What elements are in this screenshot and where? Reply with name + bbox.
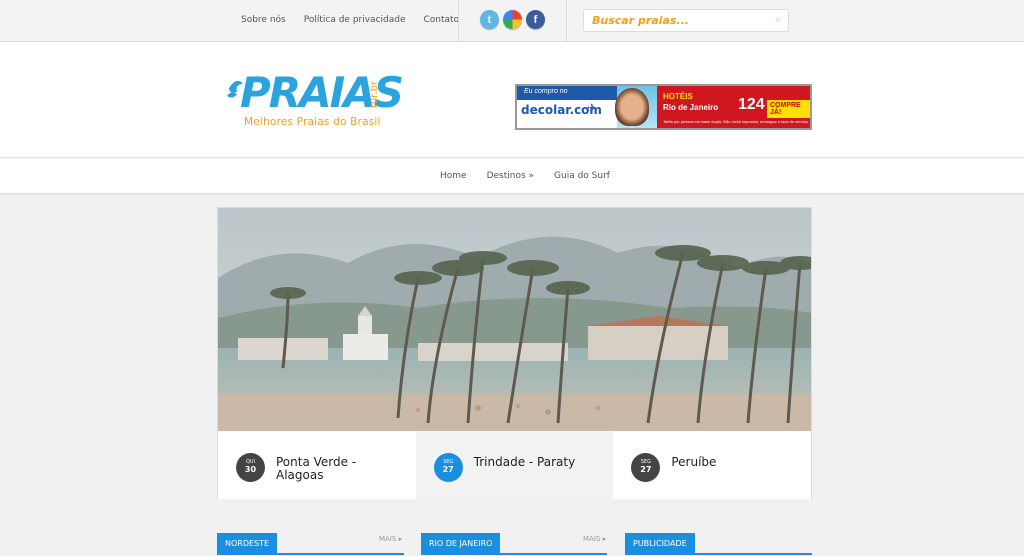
more-label: MAIS bbox=[583, 535, 601, 543]
top-link-contact[interactable]: Contato bbox=[424, 15, 460, 25]
top-links: Sobre nós Política de privacidade Contat… bbox=[232, 0, 468, 40]
search-input[interactable] bbox=[584, 10, 764, 31]
search-icon[interactable]: ⌕ bbox=[775, 14, 781, 25]
more-link-nordeste[interactable]: MAIS ▸ bbox=[379, 535, 402, 543]
nav-item-destinos[interactable]: Destinos » bbox=[487, 171, 534, 181]
slider-post[interactable]: SEG 27 Peruíbe bbox=[613, 431, 812, 499]
banner-person-image bbox=[615, 88, 649, 126]
twitter-icon[interactable]: t bbox=[480, 10, 499, 29]
date-badge: QUI 30 bbox=[236, 453, 265, 482]
top-link-privacy[interactable]: Política de privacidade bbox=[304, 15, 406, 25]
ad-banner[interactable]: Eu compro no decolar.com ✈ HOTÉIS Rio de… bbox=[515, 84, 812, 130]
slider-post[interactable]: QUI 30 Ponta Verde - Alagoas bbox=[218, 431, 416, 499]
slider-post-list: QUI 30 Ponta Verde - Alagoas SEG 27 Trin… bbox=[218, 431, 812, 499]
banner-city: Rio de Janeiro bbox=[663, 103, 719, 112]
date-number: 27 bbox=[442, 465, 454, 474]
date-badge: SEG 27 bbox=[433, 453, 463, 482]
site-logo[interactable]: PRAIAS tur.br Melhores Praias do Brasil bbox=[222, 68, 404, 136]
site-header: PRAIAS tur.br Melhores Praias do Brasil … bbox=[0, 42, 1024, 158]
date-number: 30 bbox=[244, 465, 257, 474]
slider-post-active[interactable]: SEG 27 Trindade - Paraty bbox=[415, 431, 614, 499]
nav-item-home[interactable]: Home bbox=[440, 171, 467, 181]
social-icons: t f bbox=[480, 10, 545, 29]
google-icon[interactable] bbox=[503, 10, 522, 29]
banner-buy-button[interactable]: COMPRE JÁ! bbox=[767, 100, 810, 118]
post-title[interactable]: Peruíbe bbox=[671, 456, 801, 469]
banner-price: 124 bbox=[738, 96, 765, 113]
airplane-icon: ✈ bbox=[587, 101, 598, 115]
section-label-ads: PUBLICIDADE bbox=[625, 533, 695, 555]
divider bbox=[566, 0, 567, 41]
search-box: ⌕ bbox=[583, 9, 789, 32]
date-number: 27 bbox=[640, 465, 652, 474]
post-title[interactable]: Trindade - Paraty bbox=[474, 456, 604, 469]
top-bar: Sobre nós Política de privacidade Contat… bbox=[0, 0, 1024, 42]
banner-hotels: HOTÉIS bbox=[663, 92, 693, 101]
nav-item-surf-guide[interactable]: Guia do Surf bbox=[554, 171, 610, 181]
more-link-rio[interactable]: MAIS ▸ bbox=[583, 535, 606, 543]
section-label-rio[interactable]: RIO DE JANEIRO bbox=[421, 533, 501, 555]
facebook-icon[interactable]: f bbox=[526, 10, 545, 29]
hero-image[interactable] bbox=[218, 208, 811, 431]
banner-fine-print: Tarifa por pessoa em base dupla. Não inc… bbox=[663, 119, 810, 124]
logo-tagline: Melhores Praias do Brasil bbox=[244, 116, 381, 128]
date-badge: SEG 27 bbox=[631, 453, 661, 482]
featured-slider: QUI 30 Ponta Verde - Alagoas SEG 27 Trin… bbox=[217, 207, 812, 499]
section-label-nordeste[interactable]: NORDESTE bbox=[217, 533, 278, 555]
main-nav: Home Destinos » Guia do Surf bbox=[0, 158, 1024, 194]
top-link-about[interactable]: Sobre nós bbox=[241, 15, 286, 25]
logo-domain: tur.br bbox=[369, 80, 380, 108]
banner-lead: Eu compro no bbox=[517, 86, 617, 100]
post-title[interactable]: Ponta Verde - Alagoas bbox=[276, 456, 406, 482]
more-label: MAIS bbox=[379, 535, 397, 543]
divider bbox=[458, 0, 459, 41]
